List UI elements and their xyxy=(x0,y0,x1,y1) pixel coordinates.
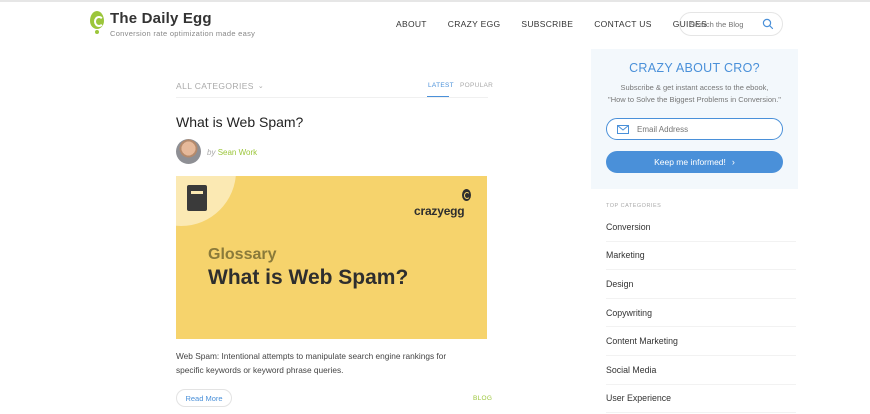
chevron-down-icon: ⌄ xyxy=(257,83,265,90)
email-input[interactable] xyxy=(637,124,767,134)
email-field[interactable] xyxy=(606,118,783,140)
category-link-social-media[interactable]: Social Media xyxy=(606,356,796,385)
top-categories-label: TOP CATEGORIES xyxy=(606,203,662,209)
search-icon[interactable] xyxy=(762,18,774,30)
hero-brand: crazyegg xyxy=(414,204,465,218)
author-avatar[interactable] xyxy=(176,139,201,164)
cro-description-line2: "How to Solve the Biggest Problems in Co… xyxy=(608,95,781,104)
author-link[interactable]: Sean Work xyxy=(218,148,257,157)
search-box[interactable] xyxy=(679,12,783,36)
mail-icon xyxy=(617,124,629,134)
read-more-button[interactable]: Read More xyxy=(176,389,232,407)
article-title[interactable]: What is Web Spam? xyxy=(176,114,303,130)
cro-description-line1: Subscribe & get instant access to the eb… xyxy=(620,83,769,92)
hero-kicker: Glossary xyxy=(208,246,277,263)
category-dropdown-label: ALL CATEGORIES xyxy=(176,81,254,91)
tab-popular[interactable]: POPULAR xyxy=(460,82,493,89)
top-categories-list: Conversion Marketing Design Copywriting … xyxy=(606,213,796,414)
article-tag[interactable]: BLOG xyxy=(473,395,492,402)
tab-latest[interactable]: LATEST xyxy=(428,82,454,89)
divider xyxy=(176,97,488,98)
search-input[interactable] xyxy=(690,19,760,29)
book-icon xyxy=(187,185,207,211)
nav-crazy-egg[interactable]: CRAZY EGG xyxy=(448,19,501,29)
egg-logo-icon xyxy=(90,11,106,34)
cro-title: CRAZY ABOUT CRO? xyxy=(629,61,760,75)
nav-about[interactable]: ABOUT xyxy=(396,19,427,29)
category-link-design[interactable]: Design xyxy=(606,270,796,299)
category-link-copywriting[interactable]: Copywriting xyxy=(606,299,796,328)
keep-me-informed-button[interactable]: Keep me informed! › xyxy=(606,151,783,173)
byline: by Sean Work xyxy=(207,148,257,157)
article-hero-image[interactable]: crazyegg Glossary What is Web Spam? xyxy=(176,176,487,339)
site-title: The Daily Egg xyxy=(110,10,212,27)
article-excerpt: Web Spam: Intentional attempts to manipu… xyxy=(176,351,447,375)
chevron-right-icon: › xyxy=(731,157,735,167)
category-dropdown[interactable]: ALL CATEGORIES ⌄ xyxy=(176,81,264,91)
cta-label: Keep me informed! xyxy=(654,157,726,167)
crazyegg-logo-icon xyxy=(462,189,471,201)
cro-subscribe-box: CRAZY ABOUT CRO? Subscribe & get instant… xyxy=(591,49,798,189)
byline-prefix: by xyxy=(207,148,216,157)
cro-description: Subscribe & get instant access to the eb… xyxy=(591,82,798,106)
category-link-content-marketing[interactable]: Content Marketing xyxy=(606,327,796,356)
category-link-marketing[interactable]: Marketing xyxy=(606,242,796,271)
site-tagline: Conversion rate optimization made easy xyxy=(110,29,256,38)
site-logo[interactable]: The Daily Egg Conversion rate optimizati… xyxy=(90,10,255,38)
category-link-user-experience[interactable]: User Experience xyxy=(606,385,796,414)
nav-subscribe[interactable]: SUBSCRIBE xyxy=(521,19,573,29)
top-border xyxy=(0,0,870,2)
category-link-conversion[interactable]: Conversion xyxy=(606,213,796,242)
hero-headline: What is Web Spam? xyxy=(208,266,409,289)
nav-contact-us[interactable]: CONTACT US xyxy=(594,19,651,29)
